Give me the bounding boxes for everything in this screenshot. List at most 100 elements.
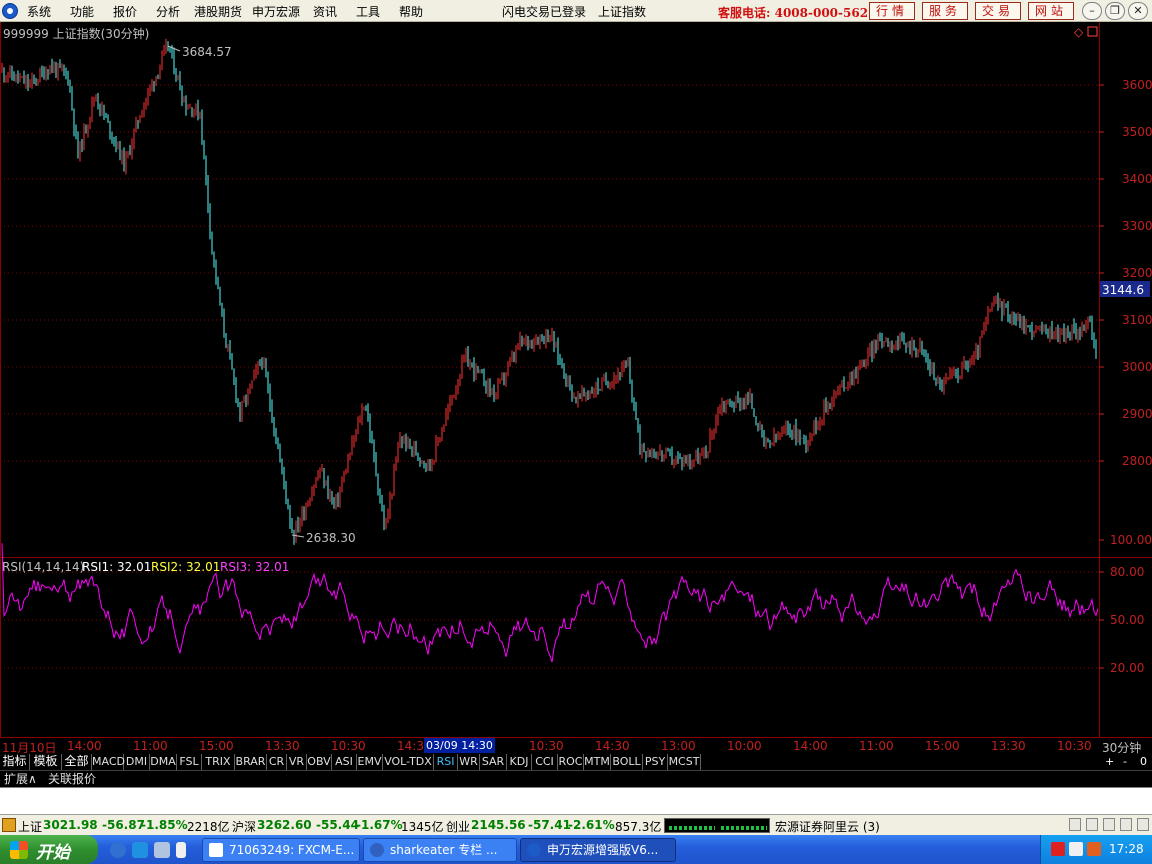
task-fxcm[interactable]: 71063249: FXCM-E... xyxy=(202,838,360,862)
tab-macd[interactable]: MACD xyxy=(92,754,125,770)
menu-system[interactable]: 系统 xyxy=(27,3,51,20)
menu-tools[interactable]: 工具 xyxy=(356,3,380,20)
tab-boll[interactable]: BOLL xyxy=(611,754,643,770)
tab-rsi[interactable]: RSI xyxy=(434,754,458,770)
cy-change: -57.41 xyxy=(528,818,571,832)
taskbar-expand-icon[interactable] xyxy=(176,842,186,858)
bell-icon[interactable] xyxy=(1086,818,1098,831)
kline-chart[interactable]: 3600 3500 3400 3300 3200 3100 3000 2900 2800 100… xyxy=(0,22,1152,737)
market-button[interactable]: 行情 xyxy=(869,2,915,20)
price-tick-label: 3000 xyxy=(1122,360,1152,374)
tab-trix[interactable]: TRIX xyxy=(202,754,235,770)
time-label: 14:30 xyxy=(595,739,630,753)
time-label: 14:00 xyxy=(67,739,102,753)
cy-price: 2145.56 xyxy=(471,818,526,832)
high-label: 3684.57 xyxy=(182,45,232,59)
tab-fsl[interactable]: FSL xyxy=(177,754,202,770)
restore-icon[interactable]: ❐ xyxy=(1105,2,1125,20)
tab-all[interactable]: 全部 xyxy=(62,754,92,770)
tab-template[interactable]: 模板 xyxy=(30,754,62,770)
signal-meter xyxy=(664,818,770,833)
rsi-tick-label: 100.00 xyxy=(1110,533,1152,547)
fxcm-icon xyxy=(209,843,223,857)
extension-panel xyxy=(0,787,1152,814)
tab-indicator[interactable]: 指标 xyxy=(0,754,30,770)
network-icon[interactable] xyxy=(1087,842,1101,856)
last-price-value: 3144.6 xyxy=(1102,283,1144,297)
sh-name: 上证 xyxy=(18,820,43,834)
chat-icon[interactable] xyxy=(1120,818,1132,831)
price-tick-label: 3400 xyxy=(1122,172,1152,186)
low-marker: 2638.30 xyxy=(291,531,356,545)
tab-sar[interactable]: SAR xyxy=(480,754,507,770)
window-toggle-icon xyxy=(1087,26,1098,37)
lock-icon[interactable] xyxy=(2,818,16,832)
menu-icon[interactable] xyxy=(1137,818,1149,831)
ie-icon[interactable] xyxy=(110,842,126,858)
indicator-tab-bar: 指标 模板 全部 MACD DMI DMA FSL TRIX BRAR CR V… xyxy=(0,754,1152,770)
price-tick-label: 3100 xyxy=(1122,313,1152,327)
sh-percent: -1.85% xyxy=(141,818,188,832)
chart-area[interactable]: 3600 3500 3400 3300 3200 3100 3000 2900 2800 100… xyxy=(0,22,1152,737)
price-tick-label: 2900 xyxy=(1122,407,1152,421)
zoom-in-button[interactable]: + xyxy=(1105,754,1114,769)
zoom-out-button[interactable]: - xyxy=(1123,754,1127,769)
website-button[interactable]: 网站 xyxy=(1028,2,1074,20)
close-icon[interactable]: ✕ xyxy=(1128,2,1148,20)
hotline-text: 客服电话: 4008-000-562 xyxy=(718,6,869,20)
menu-analysis[interactable]: 分析 xyxy=(156,3,180,20)
antivirus-icon[interactable] xyxy=(1051,842,1065,856)
tab-cci[interactable]: CCI xyxy=(532,754,558,770)
minimize-icon[interactable]: – xyxy=(1082,2,1102,20)
high-marker: 3684.57 xyxy=(167,45,232,59)
time-label: 11:00 xyxy=(133,739,168,753)
current-index-name: 上证指数 xyxy=(598,5,647,19)
tab-kdj[interactable]: KDJ xyxy=(507,754,532,770)
tab-related-quotes[interactable]: 关联报价 xyxy=(48,771,96,787)
task-blog[interactable]: sharkeater 专栏 ... xyxy=(363,838,517,862)
reset-button[interactable]: 0 xyxy=(1140,754,1147,769)
price-tick-label: 3600 xyxy=(1122,78,1152,92)
tab-dmi[interactable]: DMI xyxy=(124,754,150,770)
tab-roc[interactable]: ROC xyxy=(558,754,584,770)
tab-psy[interactable]: PSY xyxy=(643,754,668,770)
time-label: 15:00 xyxy=(925,739,960,753)
menu-help[interactable]: 帮助 xyxy=(399,3,423,20)
service-button[interactable]: 服务 xyxy=(922,2,968,20)
task-label: 71063249: FXCM-E... xyxy=(229,843,355,857)
browser-icon[interactable] xyxy=(132,842,148,858)
time-label: 10:30 xyxy=(331,739,366,753)
menu-quote[interactable]: 报价 xyxy=(113,3,137,20)
tab-emv[interactable]: EMV xyxy=(357,754,383,770)
menu-function[interactable]: 功能 xyxy=(70,3,94,20)
sz-percent: -1.67% xyxy=(356,818,403,832)
tab-wr[interactable]: WR xyxy=(458,754,480,770)
layout-icon[interactable] xyxy=(1069,818,1081,831)
tab-mcst[interactable]: MCST xyxy=(668,754,701,770)
show-desktop-icon[interactable] xyxy=(154,842,170,858)
taskbar: 开始 71063249: FXCM-E... sharkeater 专栏 ...… xyxy=(0,835,1152,864)
task-swhy[interactable]: 申万宏源增强版V6... xyxy=(520,838,676,862)
low-label: 2638.30 xyxy=(306,531,356,545)
tab-vr[interactable]: VR xyxy=(287,754,307,770)
menu-hk-futures[interactable]: 港股期货 xyxy=(194,3,242,20)
tab-vol-tdx[interactable]: VOL-TDX xyxy=(383,754,434,770)
menu-swhy[interactable]: 申万宏源 xyxy=(252,3,300,20)
rsi-tick-label: 20.00 xyxy=(1110,661,1144,675)
trade-button[interactable]: 交易 xyxy=(975,2,1021,20)
tab-obv[interactable]: OBV xyxy=(307,754,332,770)
tab-dma[interactable]: DMA xyxy=(150,754,177,770)
start-button[interactable]: 开始 xyxy=(0,835,98,864)
tab-mtm[interactable]: MTM xyxy=(584,754,611,770)
tab-extend[interactable]: 扩展∧ xyxy=(4,771,37,787)
sh-price: 3021.98 xyxy=(43,818,98,832)
signal-icon[interactable] xyxy=(1103,818,1115,831)
shield-icon[interactable] xyxy=(1069,842,1083,856)
tab-cr[interactable]: CR xyxy=(267,754,287,770)
cy-percent: -2.61% xyxy=(568,818,615,832)
tab-asi[interactable]: ASI xyxy=(332,754,357,770)
time-label: 10:00 xyxy=(727,739,762,753)
tab-brar[interactable]: BRAR xyxy=(235,754,267,770)
server-name[interactable]: 宏源证券阿里云 (3) xyxy=(775,818,880,835)
menu-news[interactable]: 资讯 xyxy=(313,3,337,20)
